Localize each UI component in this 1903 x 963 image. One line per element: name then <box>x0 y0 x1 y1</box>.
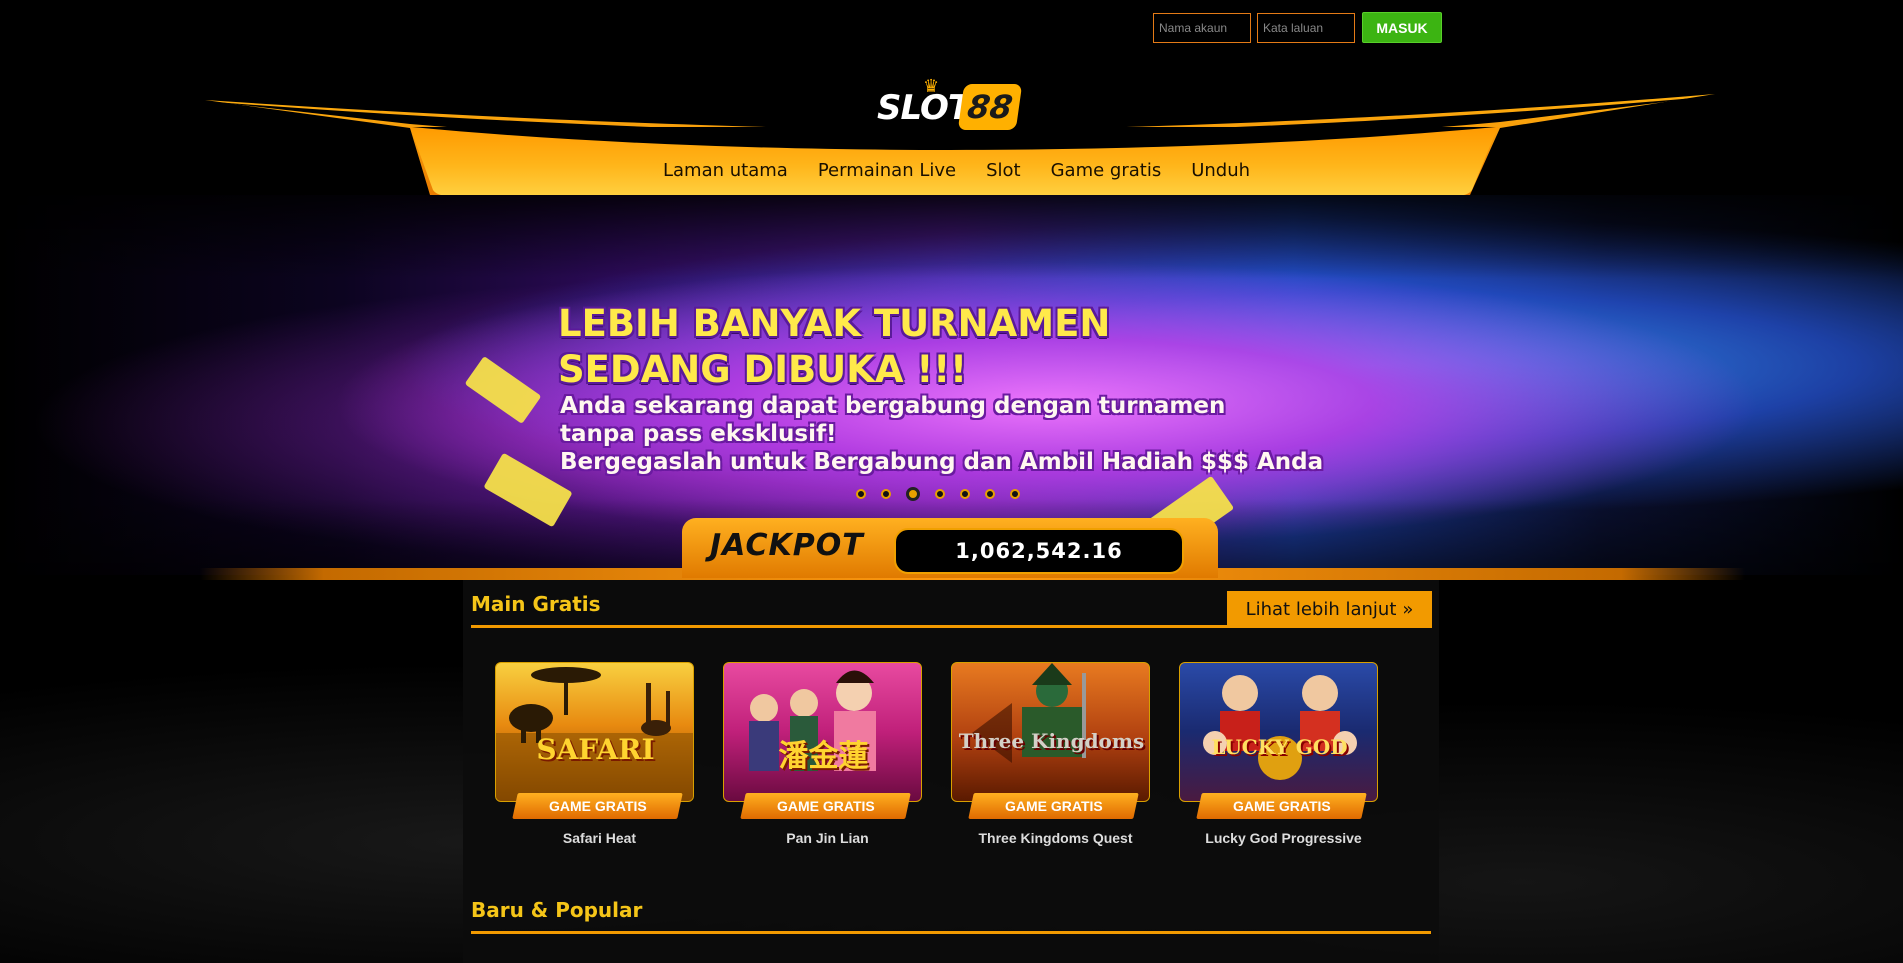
jackpot-label: JACKPOT <box>710 528 864 563</box>
slide-dot[interactable] <box>1010 489 1020 499</box>
game-card-lucky-god-progressive[interactable]: LUCKY GOD GAME GRATIS Lucky God Progress… <box>1179 642 1378 846</box>
free-game-tag-label: GAME GRATIS <box>776 798 875 814</box>
game-card-pan-jin-lian[interactable]: 潘金蓮 GAME GRATIS Pan Jin Lian <box>723 642 922 846</box>
section-title-baru-popular: Baru & Popular <box>471 898 643 922</box>
logo-number: 88 <box>957 84 1023 130</box>
jackpot-panel: JACKPOT 1,062,542.16 <box>682 518 1218 578</box>
nav-item-slot[interactable]: Slot <box>986 160 1021 181</box>
nav-item-live[interactable]: Permainan Live <box>818 160 956 181</box>
game-name[interactable]: Pan Jin Lian <box>723 830 932 846</box>
slide-dot[interactable] <box>856 489 866 499</box>
banner-subtitle: Anda sekarang dapat bergabung dengan tur… <box>560 392 1323 476</box>
game-name[interactable]: Three Kingdoms Quest <box>951 830 1160 846</box>
main-nav: Laman utama Permainan Live Slot Game gra… <box>663 160 1250 181</box>
game-card-safari-heat[interactable]: SAFARI GAME GRATIS Safari Heat <box>495 642 694 846</box>
username-input[interactable] <box>1153 12 1251 43</box>
game-list: SAFARI GAME GRATIS Safari Heat 潘金蓮 GAME … <box>495 642 1378 846</box>
slot88-logo[interactable]: ♛ SLOT 88 <box>875 76 1025 136</box>
slide-dot-active[interactable] <box>906 487 920 501</box>
game-thumbnail[interactable]: Three Kingdoms <box>951 662 1150 802</box>
game-name[interactable]: Lucky God Progressive <box>1179 830 1388 846</box>
game-thumbnail[interactable]: 潘金蓮 <box>723 662 922 802</box>
free-game-tag: GAME GRATIS <box>1196 793 1367 819</box>
game-art-title: SAFARI <box>536 733 655 766</box>
logo-text: SLOT <box>877 88 971 128</box>
slide-dot[interactable] <box>881 489 891 499</box>
game-art-title: Three Kingdoms <box>958 729 1145 753</box>
see-more-button[interactable]: Lihat lebih lanjut » <box>1227 591 1432 628</box>
see-more-label: Lihat lebih lanjut <box>1245 599 1397 620</box>
content-panel: Main Gratis Lihat lebih lanjut » SAFARI … <box>463 580 1439 963</box>
double-chevron-right-icon: » <box>1402 599 1414 620</box>
banner-sub-line1: Anda sekarang dapat bergabung dengan tur… <box>560 393 1226 419</box>
password-input[interactable] <box>1257 12 1355 43</box>
slide-dot[interactable] <box>985 489 995 499</box>
login-button[interactable]: MASUK <box>1362 12 1442 43</box>
section-divider <box>471 931 1431 934</box>
free-game-tag-label: GAME GRATIS <box>1004 798 1103 814</box>
banner-title: LEBIH BANYAK TURNAMEN SEDANG DIBUKA !!! <box>558 301 1110 393</box>
section-divider <box>471 625 1431 628</box>
banner-sub-line3: Bergegaslah untuk Bergabung dan Ambil Ha… <box>560 449 1324 475</box>
jackpot-value: 1,062,542.16 <box>894 528 1184 574</box>
nav-item-download[interactable]: Unduh <box>1191 160 1250 181</box>
free-game-tag: GAME GRATIS <box>740 793 911 819</box>
ticket-icon <box>464 355 542 425</box>
free-game-tag-label: GAME GRATIS <box>1232 798 1331 814</box>
game-thumbnail[interactable]: LUCKY GOD <box>1179 662 1378 802</box>
banner-sub-line2: tanpa pass eksklusif! <box>560 421 837 447</box>
nav-item-free-game[interactable]: Game gratis <box>1051 160 1162 181</box>
slide-dot[interactable] <box>935 489 945 499</box>
game-card-three-kingdoms-quest[interactable]: Three Kingdoms GAME GRATIS Three Kingdom… <box>951 642 1150 846</box>
game-art-title: 潘金蓮 <box>778 739 869 774</box>
nav-item-home[interactable]: Laman utama <box>663 160 788 181</box>
free-game-tag-label: GAME GRATIS <box>548 798 647 814</box>
game-thumbnail[interactable]: SAFARI <box>495 662 694 802</box>
section-title-main-gratis: Main Gratis <box>471 592 601 616</box>
login-form: MASUK <box>1153 12 1442 43</box>
game-name[interactable]: Safari Heat <box>495 830 704 846</box>
lucky-god-icon <box>1203 675 1357 780</box>
free-game-tag: GAME GRATIS <box>512 793 683 819</box>
slide-dot[interactable] <box>960 489 970 499</box>
free-game-tag: GAME GRATIS <box>968 793 1139 819</box>
slide-dots <box>856 487 1020 501</box>
banner-title-line1: LEBIH BANYAK TURNAMEN <box>558 302 1111 345</box>
game-art-title: LUCKY GOD <box>1211 735 1348 759</box>
banner-title-line2: SEDANG DIBUKA !!! <box>558 348 968 391</box>
